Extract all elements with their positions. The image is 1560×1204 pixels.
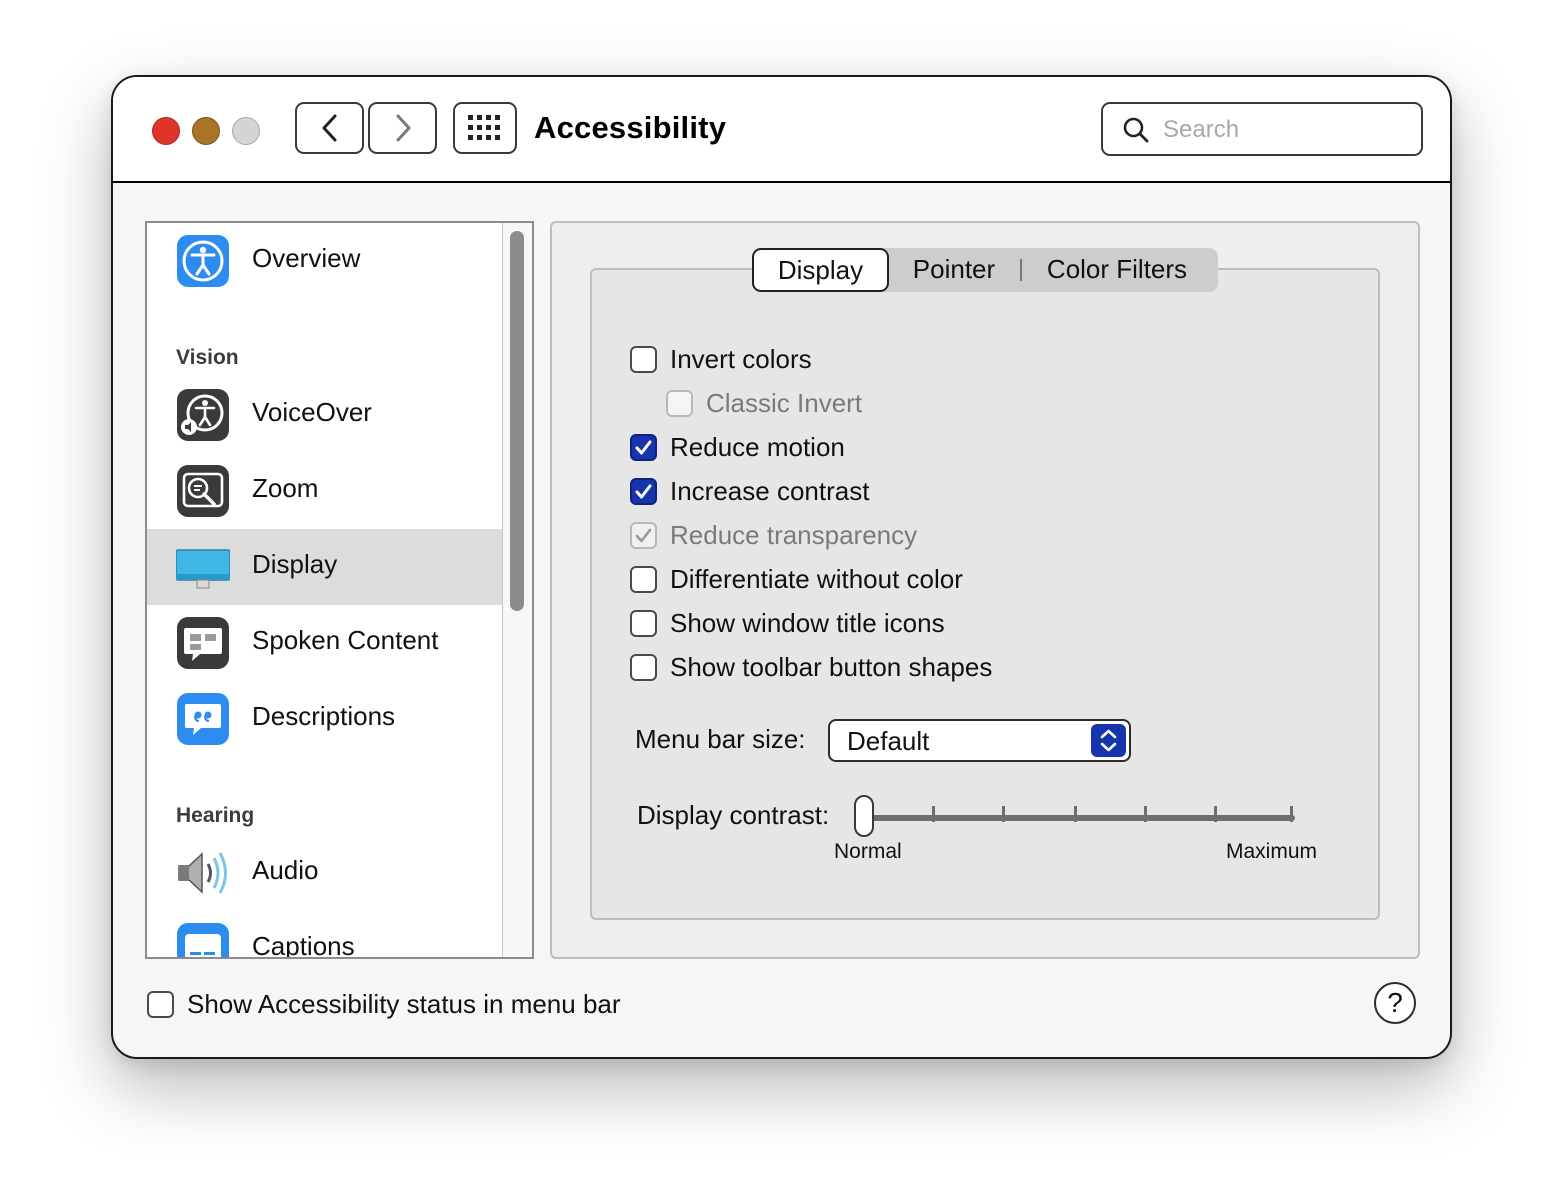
sidebar-item-spoken-content[interactable]: Spoken Content (147, 605, 502, 681)
sidebar-item-audio[interactable]: Audio (147, 835, 502, 911)
voiceover-icon (177, 389, 229, 441)
display-settings-group: Invert colors Classic Invert Reduce moti… (590, 268, 1380, 920)
show-window-title-icons-label: Show window title icons (670, 608, 945, 638)
checkmark-icon (635, 440, 652, 455)
sidebar-item-label: Descriptions (252, 701, 396, 731)
tab-display[interactable]: Display (752, 248, 889, 292)
reduce-transparency-label: Reduce transparency (670, 520, 918, 550)
slider-tick (1214, 806, 1217, 822)
help-button[interactable]: ? (1374, 982, 1416, 1024)
display-contrast-label: Display contrast: (637, 800, 830, 830)
grid-icon (468, 115, 500, 140)
window-title: Accessibility (534, 110, 727, 145)
tab-bar: Display Pointer Color Filters (752, 248, 1218, 292)
classic-invert-label: Classic Invert (706, 388, 863, 418)
zoom-icon (177, 465, 229, 517)
sidebar-item-captions[interactable]: Captions (147, 911, 502, 959)
display-icon (176, 549, 230, 589)
tab-separator (1020, 259, 1022, 281)
search-icon (1123, 117, 1149, 143)
sidebar-item-label: Captions (252, 931, 355, 959)
show-toolbar-button-shapes-checkbox[interactable] (630, 654, 657, 681)
search-input[interactable] (1161, 112, 1415, 148)
show-window-title-icons-checkbox[interactable] (630, 610, 657, 637)
menu-bar-size-label: Menu bar size: (635, 724, 806, 754)
settings-pane: Invert colors Classic Invert Reduce moti… (550, 221, 1420, 959)
sidebar-scrollbar-thumb[interactable] (510, 231, 524, 611)
tab-pointer[interactable]: Pointer (892, 248, 1016, 292)
slider-tick (1002, 806, 1005, 822)
search-field[interactable] (1101, 102, 1423, 156)
descriptions-icon (177, 693, 229, 745)
chevron-left-icon (322, 114, 336, 142)
reduce-transparency-checkbox (630, 522, 657, 549)
sidebar-item-label: Overview (252, 243, 361, 273)
status-in-menu-bar-label: Show Accessibility status in menu bar (187, 989, 621, 1019)
up-down-chevron-icon (1100, 729, 1117, 752)
differentiate-without-color-checkbox[interactable] (630, 566, 657, 593)
show-all-button[interactable] (453, 102, 517, 154)
popup-arrows (1091, 724, 1126, 757)
increase-contrast-checkbox[interactable] (630, 478, 657, 505)
zoom-button[interactable] (232, 117, 260, 145)
menu-bar-size-popup[interactable]: Default (828, 719, 1131, 762)
sidebar-item-label: Zoom (252, 473, 319, 503)
slider-tick (1074, 806, 1077, 822)
classic-invert-checkbox (666, 390, 693, 417)
back-button[interactable] (295, 102, 364, 154)
sidebar-item-display[interactable]: Display (147, 529, 502, 605)
sidebar-section-hearing: Hearing (176, 804, 255, 827)
slider-tick (932, 806, 935, 822)
sidebar-item-zoom[interactable]: Zoom (147, 453, 502, 529)
sidebar-list[interactable]: Overview Vision VoiceOver Zoom Display S… (145, 221, 534, 959)
invert-colors-label: Invert colors (670, 344, 812, 374)
accessibility-icon (177, 235, 229, 287)
sidebar-item-label: Spoken Content (252, 625, 439, 655)
sidebar-item-label: Display (252, 549, 338, 579)
sidebar-item-overview[interactable]: Overview (147, 223, 502, 299)
sidebar-item-voiceover[interactable]: VoiceOver (147, 377, 502, 453)
tab-color-filters[interactable]: Color Filters (1026, 248, 1208, 292)
captions-icon (177, 923, 229, 957)
sidebar-section-vision: Vision (176, 346, 239, 369)
increase-contrast-label: Increase contrast (670, 476, 870, 506)
sidebar-item-label: VoiceOver (252, 397, 372, 427)
speaker-icon (178, 852, 227, 894)
invert-colors-checkbox[interactable] (630, 346, 657, 373)
close-button[interactable] (152, 117, 180, 145)
preferences-window: Accessibility Overview Vision (111, 75, 1452, 1059)
checkmark-icon (635, 484, 652, 499)
slider-tick (1290, 806, 1293, 822)
reduce-motion-label: Reduce motion (670, 432, 845, 462)
sidebar-item-label: Audio (252, 855, 319, 885)
show-toolbar-button-shapes-label: Show toolbar button shapes (670, 652, 993, 682)
slider-max-label: Maximum (1226, 840, 1318, 863)
status-in-menu-bar-checkbox[interactable] (147, 991, 174, 1018)
spoken-content-icon (177, 617, 229, 669)
menu-bar-size-value: Default (847, 726, 930, 756)
slider-tick (1144, 806, 1147, 822)
forward-button[interactable] (368, 102, 437, 154)
display-contrast-slider-knob[interactable] (854, 795, 874, 837)
reduce-motion-checkbox[interactable] (630, 434, 657, 461)
title-bar: Accessibility (113, 77, 1450, 183)
differentiate-without-color-label: Differentiate without color (670, 564, 963, 594)
minimize-button[interactable] (192, 117, 220, 145)
checkmark-icon (635, 528, 652, 543)
sidebar-item-descriptions[interactable]: Descriptions (147, 681, 502, 757)
chevron-right-icon (396, 114, 410, 142)
slider-min-label: Normal (834, 840, 902, 863)
